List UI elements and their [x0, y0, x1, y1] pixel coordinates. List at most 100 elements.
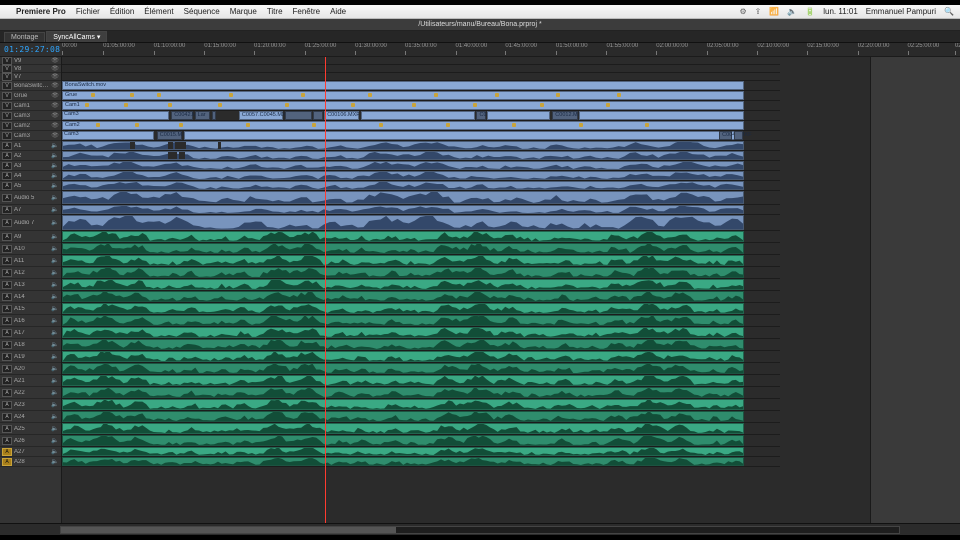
mute-icon[interactable]: 🔈 — [51, 317, 59, 324]
track-target-toggle[interactable]: V — [2, 92, 12, 100]
audio-track-header[interactable]: AA5🔈 — [0, 181, 61, 191]
track-target-toggle[interactable]: A — [2, 341, 12, 349]
audio-track-header[interactable]: AA18🔈 — [0, 339, 61, 351]
video-track-lane[interactable]: C0015.MXFC0044.MXFCam3 — [62, 131, 780, 141]
audio-clip[interactable] — [62, 303, 744, 314]
audio-track-lane[interactable] — [62, 303, 780, 315]
track-target-toggle[interactable]: V — [2, 65, 12, 73]
mute-icon[interactable]: 🔈 — [51, 448, 59, 455]
audio-track-header[interactable]: AA12🔈 — [0, 267, 61, 279]
mute-icon[interactable]: 🔈 — [51, 142, 59, 149]
video-track-lane[interactable] — [62, 57, 780, 65]
eye-icon[interactable]: 👁 — [51, 57, 59, 64]
track-target-toggle[interactable]: A — [2, 317, 12, 325]
mute-icon[interactable]: 🔈 — [51, 219, 59, 226]
audio-track-lane[interactable] — [62, 363, 780, 375]
mute-icon[interactable]: 🔈 — [51, 182, 59, 189]
audio-track-lane[interactable] — [62, 171, 780, 181]
mute-icon[interactable]: 🔈 — [51, 172, 59, 179]
video-clip[interactable] — [285, 111, 312, 120]
eye-icon[interactable]: 👁 — [51, 92, 59, 99]
audio-track-header[interactable]: AA17🔈 — [0, 327, 61, 339]
audio-clip[interactable] — [62, 151, 744, 160]
clip-marker[interactable] — [351, 103, 355, 107]
audio-track-header[interactable]: AA9🔈 — [0, 231, 61, 243]
sequence-tab[interactable]: Montage — [4, 32, 45, 42]
video-clip[interactable]: Lar — [195, 111, 211, 120]
sequence-tab-active[interactable]: SyncAllCams ▾ — [46, 31, 107, 42]
menu-item[interactable]: Élément — [144, 7, 173, 16]
track-target-toggle[interactable]: A — [2, 257, 12, 265]
mute-icon[interactable]: 🔈 — [51, 233, 59, 240]
mute-icon[interactable]: 🔈 — [51, 341, 59, 348]
audio-track-lane[interactable] — [62, 141, 780, 151]
track-target-toggle[interactable]: A — [2, 413, 12, 421]
mute-icon[interactable]: 🔈 — [51, 281, 59, 288]
audio-track-header[interactable]: AAudio 7🔈 — [0, 215, 61, 231]
mute-icon[interactable]: 🔈 — [51, 206, 59, 213]
audio-track-header[interactable]: AA23🔈 — [0, 399, 61, 411]
video-track-header[interactable]: VCam1👁 — [0, 101, 61, 111]
video-clip[interactable] — [487, 111, 550, 120]
clip-marker[interactable] — [96, 123, 100, 127]
audio-track-lane[interactable] — [62, 339, 780, 351]
video-clip[interactable]: C00106.MXF — [324, 111, 359, 120]
audio-track-lane[interactable] — [62, 181, 780, 191]
video-track-header[interactable]: VCam3👁 — [0, 131, 61, 141]
audio-track-header[interactable]: AA4🔈 — [0, 171, 61, 181]
audio-track-header[interactable]: AA2🔈 — [0, 151, 61, 161]
video-track-lane[interactable] — [62, 65, 780, 73]
clip-marker[interactable] — [617, 93, 621, 97]
audio-track-lane[interactable] — [62, 375, 780, 387]
audio-track-lane[interactable] — [62, 423, 780, 435]
audio-track-lane[interactable] — [62, 161, 780, 171]
video-clip[interactable]: C0008.MXF — [476, 111, 485, 120]
track-target-toggle[interactable]: A — [2, 365, 12, 373]
track-target-toggle[interactable]: V — [2, 57, 12, 65]
track-target-toggle[interactable]: A — [2, 152, 12, 160]
menu-item[interactable]: Fenêtre — [293, 7, 321, 16]
mute-icon[interactable]: 🔈 — [51, 389, 59, 396]
spotlight-icon[interactable]: 🔍 — [944, 7, 954, 16]
clip-marker[interactable] — [91, 93, 95, 97]
track-target-toggle[interactable]: A — [2, 233, 12, 241]
clip-marker[interactable] — [645, 123, 649, 127]
audio-track-header[interactable]: AA26🔈 — [0, 435, 61, 447]
audio-track-header[interactable]: AA19🔈 — [0, 351, 61, 363]
clip-marker[interactable] — [135, 123, 139, 127]
video-clip[interactable]: Cam2 — [62, 121, 744, 130]
track-target-toggle[interactable]: A — [2, 281, 12, 289]
audio-clip[interactable] — [62, 457, 744, 466]
audio-track-header[interactable]: AA10🔈 — [0, 243, 61, 255]
audio-track-header[interactable]: AA22🔈 — [0, 387, 61, 399]
user-name[interactable]: Emmanuel Pampuri — [866, 7, 936, 16]
video-clip[interactable]: C0015.MXF — [157, 131, 182, 140]
menu-item[interactable]: Édition — [110, 7, 134, 16]
clip-marker[interactable] — [579, 123, 583, 127]
track-target-toggle[interactable]: A — [2, 269, 12, 277]
video-track-lane[interactable]: BonaSwitch.mov — [62, 81, 780, 91]
mute-icon[interactable]: 🔈 — [51, 305, 59, 312]
video-clip[interactable] — [184, 131, 740, 140]
track-target-toggle[interactable]: A — [2, 206, 12, 214]
video-track-header[interactable]: VV7👁 — [0, 73, 61, 81]
clip-marker[interactable] — [540, 103, 544, 107]
clip-marker[interactable] — [85, 103, 89, 107]
mute-icon[interactable]: 🔈 — [51, 257, 59, 264]
track-target-toggle[interactable]: V — [2, 122, 12, 130]
clip-marker[interactable] — [218, 103, 222, 107]
audio-track-lane[interactable] — [62, 315, 780, 327]
clip-marker[interactable] — [473, 103, 477, 107]
menu-item[interactable]: Fichier — [76, 7, 100, 16]
eye-icon[interactable]: 👁 — [51, 65, 59, 72]
audio-clip[interactable] — [62, 363, 744, 374]
mute-icon[interactable]: 🔈 — [51, 353, 59, 360]
current-timecode[interactable]: 01:29:27:08 — [4, 45, 60, 54]
video-clip[interactable]: C0042.MXF — [171, 111, 193, 120]
audio-clip[interactable] — [62, 141, 744, 150]
menu-item[interactable]: Titre — [267, 7, 283, 16]
video-clip[interactable] — [734, 131, 743, 140]
audio-clip[interactable] — [62, 205, 744, 214]
track-target-toggle[interactable]: A — [2, 329, 12, 337]
audio-track-lane[interactable] — [62, 457, 780, 467]
